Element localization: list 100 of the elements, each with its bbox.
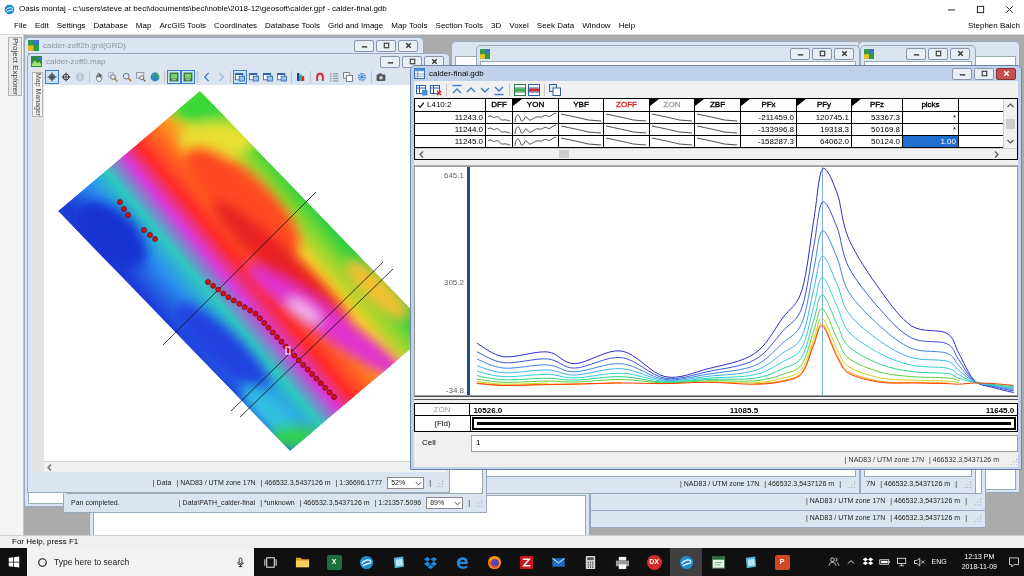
menu-item[interactable]: Database xyxy=(89,20,132,32)
swirl-icon xyxy=(678,554,694,570)
monitor-icon[interactable] xyxy=(895,556,908,568)
minimize-button[interactable] xyxy=(906,47,926,60)
sparkline xyxy=(604,136,649,147)
row-label: (Fid) xyxy=(415,416,471,431)
column-header[interactable]: picks xyxy=(903,99,959,111)
crosshair-icon[interactable] xyxy=(45,70,59,84)
box-magnifier-icon[interactable] xyxy=(134,70,148,84)
window-title: calder-zoff0.map xyxy=(46,55,106,68)
resize-grip-icon xyxy=(962,479,972,489)
horizontal-scrollbar[interactable] xyxy=(44,461,446,472)
restore-icon xyxy=(381,41,391,50)
grid-thumbnail-icon xyxy=(480,48,490,59)
close-icon xyxy=(429,57,439,66)
menu-item[interactable]: Section Tools xyxy=(431,20,487,32)
menu-item[interactable]: Settings xyxy=(52,20,90,32)
copy-icon[interactable] xyxy=(341,70,355,84)
resize-grip-icon xyxy=(473,498,483,508)
camera-icon[interactable] xyxy=(374,70,388,84)
user-name: Stephen Balch xyxy=(967,20,1021,32)
table-delete-icon[interactable] xyxy=(429,82,443,97)
menu-item[interactable]: 3D xyxy=(487,20,506,32)
sparkline xyxy=(695,124,740,135)
target-icon[interactable] xyxy=(59,70,73,84)
restore-icon xyxy=(407,57,417,66)
column-header[interactable]: PFz xyxy=(852,99,903,111)
axis-label: ZON xyxy=(414,403,470,416)
status-text: For Help, press F1 xyxy=(12,536,79,548)
minimize-button[interactable] xyxy=(790,47,810,60)
chevron-up-icon xyxy=(1006,101,1015,110)
restore-button[interactable] xyxy=(376,39,396,52)
line-header[interactable]: L410:2 xyxy=(415,99,486,111)
row-header[interactable]: 11243.0 xyxy=(415,112,486,123)
window-icon[interactable] xyxy=(275,70,289,84)
sparkline xyxy=(559,124,603,135)
menu-item[interactable]: Window xyxy=(578,20,615,32)
cell-field[interactable]: 1 xyxy=(471,434,1018,452)
menu-item[interactable]: File xyxy=(10,20,31,32)
rows-icon[interactable] xyxy=(513,82,527,97)
person-icon[interactable] xyxy=(827,556,840,568)
map-tile-icon[interactable] xyxy=(181,70,195,84)
battery-icon[interactable] xyxy=(878,556,891,568)
close-button[interactable] xyxy=(398,39,418,52)
menu-item[interactable]: Voxel xyxy=(505,20,533,32)
close-icon xyxy=(403,41,413,50)
map-tile-icon[interactable] xyxy=(167,70,181,84)
minimize-button[interactable] xyxy=(952,67,972,80)
window-icon[interactable] xyxy=(247,70,261,84)
gear-icon[interactable] xyxy=(355,70,369,84)
magnifier-box-icon[interactable] xyxy=(106,70,120,84)
menu-item[interactable]: Edit xyxy=(30,20,53,32)
menu-item[interactable]: Seek Data xyxy=(532,20,579,32)
menu-item[interactable]: Database Tools xyxy=(261,20,325,32)
diamonds-icon[interactable] xyxy=(861,556,874,568)
close-button[interactable] xyxy=(834,47,854,60)
scrollbar-thumb[interactable] xyxy=(559,150,569,158)
restore-button[interactable] xyxy=(812,47,832,60)
window-title: Oasis montaj - c:\users\steve at beci\documents\beci\noble\2018-12\geosoft\calder.gpf - calder-final.gdb xyxy=(19,3,387,15)
restore-button[interactable] xyxy=(402,55,422,68)
window-icon[interactable] xyxy=(233,70,247,84)
menu-item[interactable]: Map xyxy=(131,20,156,32)
windows-icon[interactable] xyxy=(548,82,562,97)
notification-icon[interactable] xyxy=(1008,556,1020,568)
taskbar-button[interactable] xyxy=(670,548,702,576)
menu-item[interactable]: Help xyxy=(614,20,640,32)
project-explorer-tab[interactable]: Project Explorer xyxy=(8,37,22,96)
sparkline xyxy=(650,136,694,147)
menu-item[interactable]: Map Tools xyxy=(387,20,432,32)
rows-delete-icon[interactable] xyxy=(527,82,541,97)
magnifier-icon[interactable] xyxy=(120,70,134,84)
horizontal-scrollbar[interactable] xyxy=(415,148,1017,159)
windows-logo-icon xyxy=(7,556,20,568)
close-button[interactable] xyxy=(950,47,970,60)
menu-item[interactable]: Coordinates xyxy=(209,20,262,32)
scrollbar-thumb[interactable] xyxy=(1006,118,1015,129)
row-header[interactable]: 11245.0 xyxy=(415,136,486,147)
table-icon[interactable] xyxy=(415,82,429,97)
table-cell[interactable]: 1.00 xyxy=(903,136,959,147)
close-icon xyxy=(955,49,965,58)
vertical-scrollbar[interactable] xyxy=(1003,99,1017,148)
column-header[interactable]: YBF xyxy=(559,99,604,111)
search-field[interactable]: Type here to search xyxy=(27,548,254,576)
resize-grip-icon xyxy=(434,478,444,488)
field-label: Cell xyxy=(421,437,437,449)
minimize-button[interactable] xyxy=(354,39,374,52)
restore-button[interactable] xyxy=(974,67,994,80)
window-icon[interactable] xyxy=(261,70,275,84)
caret-icon xyxy=(454,499,462,507)
close-button[interactable] xyxy=(996,67,1016,80)
column-header[interactable]: YON xyxy=(513,99,559,111)
magnet-icon[interactable] xyxy=(313,70,327,84)
axis-tick-label: 645.1 xyxy=(443,170,464,181)
restore-icon xyxy=(979,69,989,78)
menu-item[interactable]: Grid and Image xyxy=(324,20,388,32)
speaker-muted-icon[interactable] xyxy=(912,556,925,568)
globe-icon[interactable] xyxy=(148,70,162,84)
row-header[interactable]: 11244.0 xyxy=(415,124,486,135)
restore-button[interactable] xyxy=(928,47,948,60)
menu-item[interactable]: ArcGIS Tools xyxy=(155,20,210,32)
